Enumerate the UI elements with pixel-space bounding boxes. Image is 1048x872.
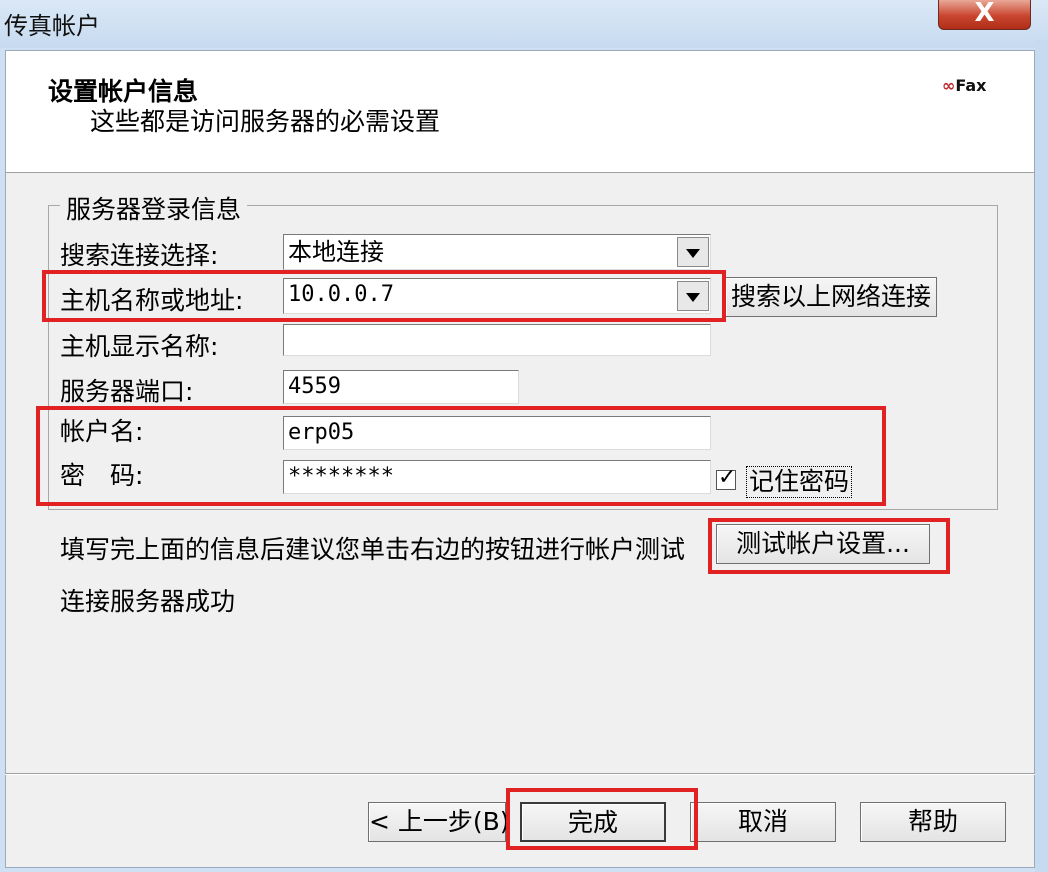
cancel-button[interactable]: 取消 (690, 802, 836, 842)
close-icon: X (974, 0, 995, 28)
footer-separator (5, 773, 1035, 775)
hint-text: 填写完上面的信息后建议您单击右边的按钮进行帐户测试 (60, 535, 686, 564)
connection-type-label: 搜索连接选择: (60, 241, 219, 270)
port-label: 服务器端口: (60, 377, 194, 406)
test-account-button[interactable]: 测试帐户设置... (716, 524, 930, 564)
host-combobox[interactable]: 10.0.0.7 (283, 278, 711, 314)
checkmark-icon: ✓ (718, 465, 737, 490)
password-label: 密 码: (60, 461, 144, 490)
window-title: 传真帐户 (4, 12, 100, 40)
remember-password-checkbox[interactable]: ✓ (716, 465, 736, 490)
back-button[interactable]: < 上一步(B) (368, 802, 510, 842)
display-name-label: 主机显示名称: (60, 332, 219, 361)
page-subtitle: 这些都是访问服务器的必需设置 (90, 107, 441, 136)
search-network-button[interactable]: 搜索以上网络连接 (725, 277, 937, 317)
group-legend: 服务器登录信息 (60, 190, 248, 226)
remember-password-label[interactable]: 记住密码 (746, 466, 853, 498)
fax-logo: ∞Fax (942, 76, 986, 95)
connection-type-dropdown-button[interactable] (677, 237, 709, 267)
account-label: 帐户名: (60, 417, 144, 446)
connection-type-select[interactable]: 本地连接 (283, 234, 711, 270)
window-frame (1035, 40, 1048, 872)
title-bar: 传真帐户 (0, 0, 1048, 48)
logo-text: Fax (955, 76, 987, 95)
finish-button[interactable]: 完成 (520, 802, 666, 842)
host-label: 主机名称或地址: (60, 286, 244, 315)
chevron-down-icon (686, 293, 700, 302)
port-input[interactable]: 4559 (283, 370, 519, 404)
account-input[interactable]: erp05 (283, 416, 711, 450)
display-name-input[interactable] (283, 324, 711, 356)
close-button[interactable]: X (938, 0, 1031, 30)
status-text: 连接服务器成功 (60, 587, 236, 616)
chevron-down-icon (686, 249, 700, 258)
password-input[interactable]: ******** (283, 460, 711, 494)
host-dropdown-button[interactable] (677, 281, 709, 311)
help-button[interactable]: 帮助 (860, 802, 1006, 842)
logo-mark-icon: ∞ (942, 76, 956, 95)
